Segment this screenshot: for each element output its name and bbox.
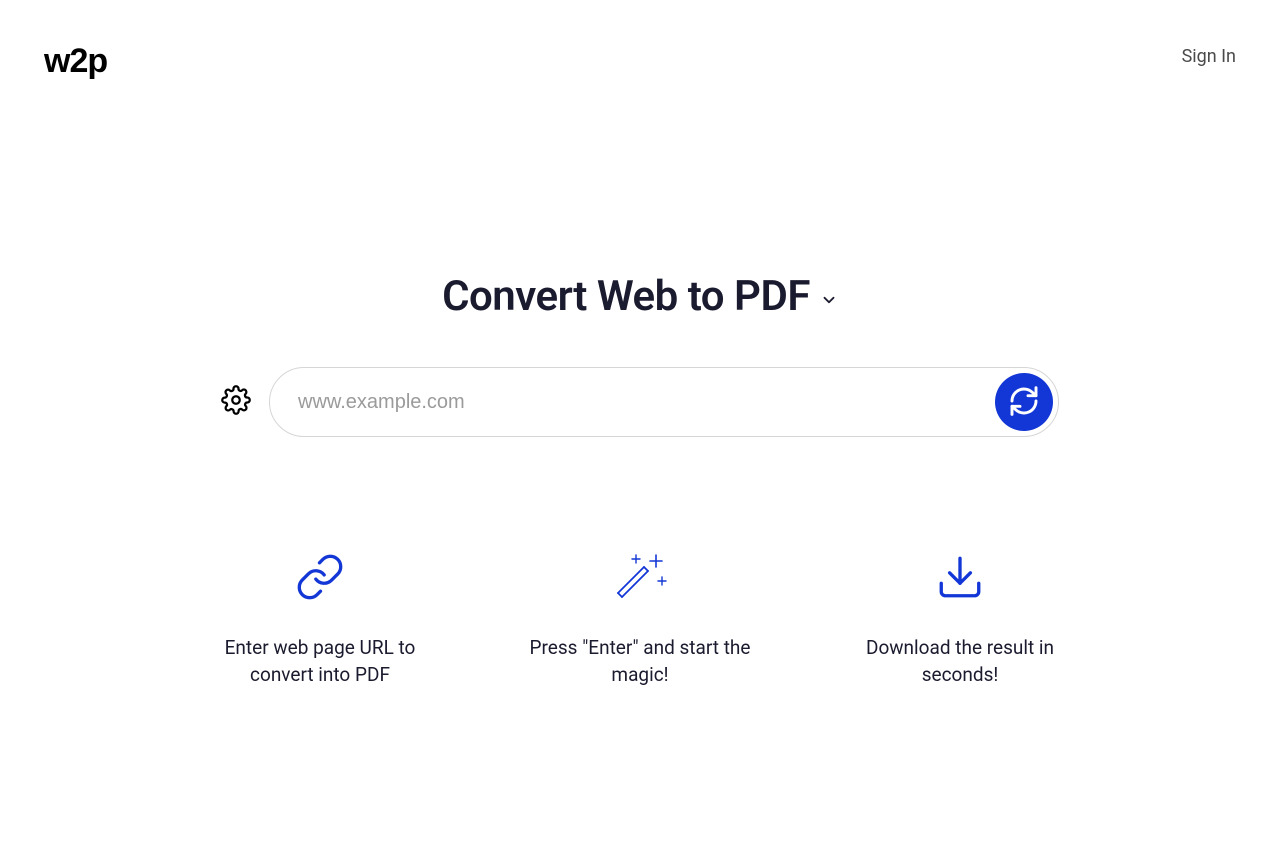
sign-in-link[interactable]: Sign In [1182,46,1236,67]
step-text: Download the result in seconds! [845,635,1075,688]
page-title: Convert Web to PDF [442,272,810,321]
magic-wand-icon [612,547,668,607]
url-input-container [269,367,1059,437]
header: w2p Sign In [0,0,1280,112]
input-row [0,367,1280,437]
url-input[interactable] [269,367,1059,437]
settings-button[interactable] [221,385,251,419]
steps: Enter web page URL to convert into PDF P… [0,547,1280,688]
title-dropdown[interactable]: Convert Web to PDF [442,272,838,321]
gear-icon [221,385,251,419]
step-text: Press "Enter" and start the magic! [525,635,755,688]
refresh-icon [1008,385,1040,420]
step-item: Enter web page URL to convert into PDF [205,547,435,688]
link-icon [295,547,345,607]
download-icon [935,547,985,607]
chevron-down-icon [820,291,838,309]
main: Convert Web to PDF [0,112,1280,688]
logo[interactable]: w2p [44,42,107,81]
convert-button[interactable] [995,373,1053,431]
step-item: Download the result in seconds! [845,547,1075,688]
step-item: Press "Enter" and start the magic! [525,547,755,688]
step-text: Enter web page URL to convert into PDF [205,635,435,688]
